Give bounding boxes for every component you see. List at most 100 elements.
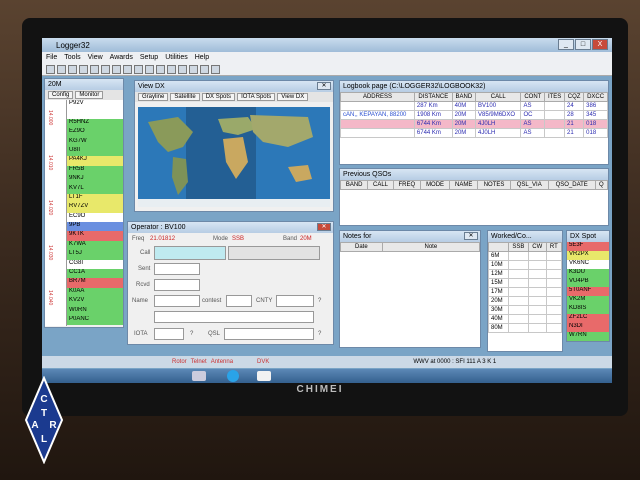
toolbar-icon[interactable]	[189, 64, 198, 74]
status-rotor[interactable]: Rotor	[172, 359, 187, 365]
bandmap-spot[interactable]	[67, 109, 123, 119]
contest-input[interactable]	[226, 295, 252, 307]
previous-qsos-titlebar[interactable]: Previous QSOs	[340, 169, 608, 180]
previous-col-header[interactable]: FREQ	[392, 180, 422, 190]
tab-dx-spots[interactable]: DX Spots	[201, 93, 236, 101]
previous-col-header[interactable]: MODE	[420, 180, 451, 190]
toolbar-icon[interactable]	[145, 64, 154, 74]
bandmap-spot[interactable]: CC1A	[67, 269, 123, 279]
rcvd-input[interactable]	[154, 279, 200, 291]
previous-col-header[interactable]: NAME	[449, 180, 479, 190]
bandmap-spot[interactable]: KV7L	[67, 184, 123, 194]
bandmap-spot[interactable]: P0ANC	[67, 315, 123, 326]
bandmap-spot[interactable]: K7WA	[67, 240, 123, 251]
dxspot-item[interactable]: VU4PB	[567, 278, 609, 287]
toolbar-icon[interactable]	[200, 64, 209, 74]
name-input[interactable]	[154, 295, 200, 307]
logbook-row[interactable]: cAN,, KEPAYAN, 88200 1908 Km 20M V85/9M6DXO…	[340, 110, 608, 120]
logbook-titlebar[interactable]: Logbook page (C:\LOGGER32\LOGBOOK32)	[340, 81, 608, 92]
taskbar-app-icon[interactable]	[192, 371, 206, 381]
taskbar-logger-icon[interactable]	[257, 371, 271, 381]
qsl-help[interactable]: ?	[318, 331, 321, 337]
bandmap-spot[interactable]: BR7M	[67, 278, 123, 288]
tab-satellite[interactable]: Satellite	[170, 93, 200, 101]
tab-monitor[interactable]: Monitor	[75, 91, 104, 99]
toolbar-icon[interactable]	[68, 64, 77, 74]
toolbar-icon[interactable]	[79, 64, 88, 74]
toolbar-icon[interactable]	[134, 64, 143, 74]
notes-input[interactable]	[154, 311, 314, 323]
bandmap-spot[interactable]: EC9O	[67, 212, 123, 223]
tab-iota-spots[interactable]: IOTA Spots	[237, 93, 276, 101]
qsl-input[interactable]	[224, 328, 314, 340]
bandmap-spot[interactable]: CG8I	[67, 259, 123, 270]
menu-utilities[interactable]: Utilities	[165, 54, 188, 61]
cnty-input[interactable]	[276, 295, 314, 307]
notes-titlebar[interactable]: Notes for ✕	[340, 231, 480, 242]
logbook-col-header[interactable]: CQZ	[564, 92, 585, 102]
logbook-col-header[interactable]: BAND	[451, 92, 477, 102]
bandmap-spot[interactable]: LT1F	[67, 193, 123, 204]
close-icon[interactable]: ✕	[317, 82, 331, 90]
logbook-col-header[interactable]: ADDRESS	[340, 92, 415, 102]
toolbar-icon[interactable]	[90, 64, 99, 74]
bandmap-spot[interactable]: 9PB	[67, 222, 123, 232]
tab-view-dx[interactable]: View DX	[277, 93, 309, 101]
close-icon[interactable]: ✕	[317, 223, 331, 231]
call-input[interactable]	[154, 246, 226, 260]
previous-col-header[interactable]: BAND	[339, 180, 369, 190]
bandmap-spot[interactable]: EZ9O	[67, 128, 123, 138]
bandmap-spot[interactable]: LT5J	[67, 250, 123, 260]
previous-col-header[interactable]: NOTES	[477, 180, 511, 190]
toolbar-icon[interactable]	[112, 64, 121, 74]
bandmap-spot[interactable]: U8II	[67, 146, 123, 157]
menu-tools[interactable]: Tools	[64, 54, 80, 61]
menu-setup[interactable]: Setup	[140, 54, 158, 61]
toolbar-icon[interactable]	[178, 64, 187, 74]
previous-col-header[interactable]: Q	[594, 180, 609, 190]
tab-config[interactable]: Config	[48, 91, 74, 99]
iota-help[interactable]: ?	[190, 331, 193, 337]
dxspot-titlebar[interactable]: DX Spot	[567, 231, 609, 242]
previous-col-header[interactable]: CALL	[367, 180, 394, 190]
status-dvk[interactable]: DVK	[257, 359, 269, 365]
previous-col-header[interactable]: QSO_DATE	[547, 180, 596, 190]
bandmap-spot[interactable]: FR5B	[67, 165, 123, 176]
dxspot-item[interactable]: VK6NC	[567, 260, 609, 269]
bandmap-spot[interactable]: W0RN	[67, 306, 123, 316]
close-icon[interactable]: ✕	[464, 232, 478, 240]
minimize-button[interactable]: _	[558, 39, 574, 50]
bandmap-spot[interactable]: K0AA	[67, 287, 123, 298]
dxspot-item[interactable]: VK2M	[567, 296, 609, 305]
world-map[interactable]	[138, 107, 330, 207]
logbook-row[interactable]: 6744 Km 20M 4J0LH AS 21 018	[340, 128, 608, 138]
menu-view[interactable]: View	[88, 54, 103, 61]
bandmap-spot[interactable]: PA4KJ	[67, 156, 123, 166]
taskbar-skype-icon[interactable]	[227, 370, 239, 382]
logbook-row[interactable]: 6744 Km 20M 4J0LH AS 21 018	[340, 119, 608, 129]
toolbar-icon[interactable]	[211, 64, 220, 74]
bandmap-spot[interactable]: KG7W	[67, 137, 123, 147]
tab-grayline[interactable]: Grayline	[138, 93, 169, 101]
bandmap-spot[interactable]: KV2V	[67, 297, 123, 307]
status-antenna[interactable]: Antenna	[211, 359, 233, 365]
dxspot-item[interactable]: W7RN	[567, 332, 609, 341]
menu-awards[interactable]: Awards	[110, 54, 133, 61]
menu-help[interactable]: Help	[195, 54, 209, 61]
viewdx-titlebar[interactable]: View DX ✕	[135, 81, 333, 92]
toolbar-icon[interactable]	[101, 64, 110, 74]
window-titlebar[interactable]: Logger32 _ □ X	[42, 38, 612, 52]
iota-input[interactable]	[154, 328, 184, 340]
worked-titlebar[interactable]: Worked/Co...	[488, 231, 562, 242]
menu-file[interactable]: File	[46, 54, 57, 61]
maximize-button[interactable]: □	[575, 39, 591, 50]
operator-titlebar[interactable]: Operator : BV100 ✕	[128, 222, 333, 233]
toolbar-icon[interactable]	[167, 64, 176, 74]
notes-col-note[interactable]: Note	[381, 242, 481, 252]
logbook-col-header[interactable]: CALL	[475, 92, 522, 102]
bandmap-spot[interactable]: R5HNZ	[67, 118, 123, 129]
dxspot-item[interactable]: N3DI	[567, 323, 609, 332]
dxspot-item[interactable]: 5T0ANF	[567, 287, 609, 296]
status-telnet[interactable]: Telnet	[191, 359, 207, 365]
logbook-col-header[interactable]: CONT	[520, 92, 546, 102]
